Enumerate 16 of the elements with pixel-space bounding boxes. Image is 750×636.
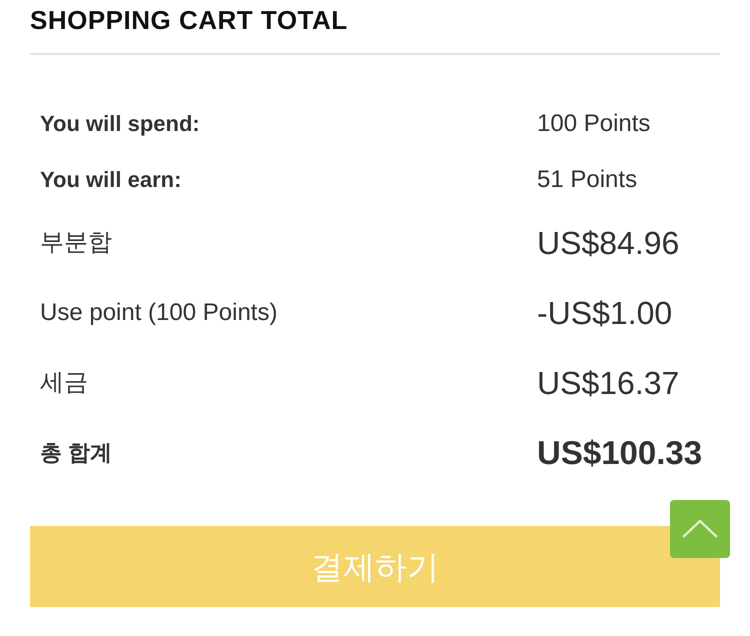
scroll-to-top-button[interactable] [670,500,730,558]
summary-label: You will earn: [40,166,182,194]
summary-value: US$16.37 [537,364,680,403]
chevron-up-icon [682,520,718,538]
summary-value: 100 Points [537,109,652,139]
summary-label: You will spend: [40,110,201,138]
summary-label: 세금 [40,368,89,398]
summary-label: Use point (100 Points) [40,298,278,328]
summary-value: US$100.33 [537,433,704,474]
summary-value: -US$1.00 [537,294,674,333]
summary-value: US$84.96 [537,224,680,263]
checkout-button[interactable]: 결제하기 [30,526,720,607]
summary-label: 총 합계 [40,439,114,467]
summary-value: 51 Points [537,165,638,195]
section-title: SHOPPING CART TOTAL [30,7,348,33]
summary-label: 부분합 [40,228,113,258]
